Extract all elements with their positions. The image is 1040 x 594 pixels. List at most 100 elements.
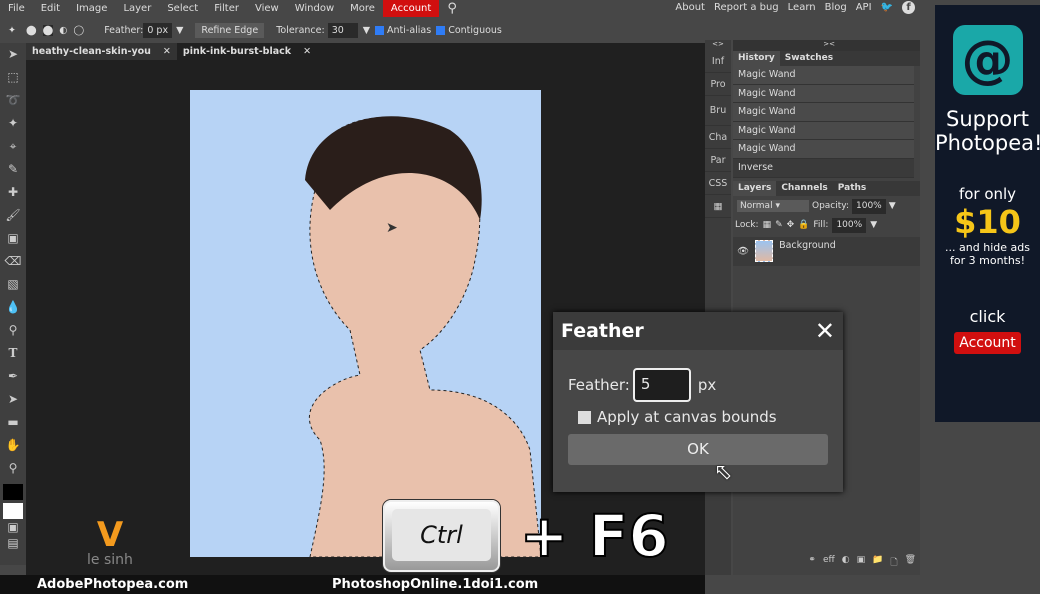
panel-brush[interactable]: Bru bbox=[705, 96, 731, 126]
antialias-checkbox[interactable] bbox=[375, 25, 385, 35]
adjustment-layer-icon[interactable]: ◐ bbox=[842, 555, 850, 571]
crop-tool-icon[interactable]: ⌖ bbox=[0, 135, 26, 158]
menu-view[interactable]: View bbox=[247, 0, 287, 17]
panel-paragraph[interactable]: Par bbox=[705, 149, 731, 172]
lock-all-icon[interactable]: 🔒 bbox=[798, 220, 809, 230]
history-item[interactable]: Inverse bbox=[733, 158, 914, 178]
layer-mask-icon[interactable]: ▣ bbox=[857, 555, 866, 571]
layer-row[interactable]: 👁 Background bbox=[733, 236, 920, 266]
refine-edge-button[interactable]: Refine Edge bbox=[195, 22, 265, 38]
feather-radius-input[interactable]: 5 bbox=[632, 368, 691, 402]
foreground-color-swatch[interactable] bbox=[3, 484, 23, 500]
tab-channels[interactable]: Channels bbox=[776, 181, 832, 196]
link-about[interactable]: About bbox=[675, 0, 705, 15]
ad-account-button[interactable]: Account bbox=[954, 332, 1021, 354]
tab-history[interactable]: History bbox=[733, 51, 780, 66]
support-ad[interactable]: @ Support Photopea! for only $10 ... and… bbox=[935, 5, 1040, 422]
dialog-titlebar[interactable]: Feather ✕ bbox=[553, 312, 843, 350]
facebook-icon[interactable]: f bbox=[902, 1, 915, 14]
lock-transparency-icon[interactable]: ▦ bbox=[763, 220, 772, 230]
path-select-tool-icon[interactable]: ➤ bbox=[0, 388, 26, 411]
tab-document-1[interactable]: heathy-clean-skin-you ✕ bbox=[26, 43, 177, 60]
layer-effects-icon[interactable]: eff bbox=[823, 555, 835, 571]
panel-character[interactable]: Cha bbox=[705, 126, 731, 149]
link-report-bug[interactable]: Report a bug bbox=[714, 0, 779, 15]
link-api[interactable]: API bbox=[856, 0, 872, 15]
document-canvas-image[interactable] bbox=[190, 90, 541, 557]
history-item[interactable]: Magic Wand bbox=[733, 121, 914, 141]
panel-info[interactable]: Inf bbox=[705, 50, 731, 73]
selection-intersect-icon[interactable]: ◯ bbox=[74, 25, 85, 36]
panel-properties[interactable]: Pro bbox=[705, 73, 731, 96]
marquee-tool-icon[interactable]: ⬚ bbox=[0, 66, 26, 89]
stamp-tool-icon[interactable]: ▣ bbox=[0, 227, 26, 250]
history-item[interactable]: Magic Wand bbox=[733, 140, 914, 159]
selection-subtract-icon[interactable]: ◐ bbox=[59, 25, 67, 36]
lasso-tool-icon[interactable]: ➰ bbox=[0, 89, 26, 112]
ok-button[interactable]: OK bbox=[568, 434, 828, 465]
collapse-icon[interactable]: >< bbox=[733, 40, 920, 51]
zoom-tool-icon[interactable]: ⚲ bbox=[0, 457, 26, 480]
feather-dropdown-icon[interactable]: ▼ bbox=[176, 25, 183, 36]
search-icon[interactable]: ⚲ bbox=[439, 0, 465, 17]
close-icon[interactable]: ✕ bbox=[303, 43, 311, 60]
menu-image[interactable]: Image bbox=[68, 0, 115, 17]
shape-tool-icon[interactable]: ▬ bbox=[0, 411, 26, 434]
lock-paint-icon[interactable]: ✎ bbox=[775, 220, 783, 230]
brush-tool-icon[interactable]: 🖌 bbox=[0, 204, 26, 227]
history-item[interactable]: Magic Wand bbox=[733, 66, 914, 85]
menu-file[interactable]: File bbox=[0, 0, 33, 17]
history-item[interactable]: Magic Wand bbox=[733, 84, 914, 104]
selection-add-icon[interactable]: ⬤ bbox=[42, 24, 54, 36]
menu-window[interactable]: Window bbox=[287, 0, 342, 17]
type-tool-icon[interactable]: T bbox=[0, 342, 26, 365]
tab-swatches[interactable]: Swatches bbox=[780, 51, 838, 66]
close-icon[interactable]: ✕ bbox=[815, 317, 835, 345]
blur-tool-icon[interactable]: 💧 bbox=[0, 296, 26, 319]
link-layers-icon[interactable]: ⚭ bbox=[808, 555, 816, 571]
close-icon[interactable]: ✕ bbox=[163, 43, 171, 60]
canvas-bounds-checkbox[interactable] bbox=[578, 410, 591, 424]
tab-paths[interactable]: Paths bbox=[833, 181, 872, 196]
image-icon[interactable]: ▦ bbox=[705, 195, 731, 218]
expand-icon[interactable]: <> bbox=[705, 40, 731, 50]
eraser-tool-icon[interactable]: ⌫ bbox=[0, 250, 26, 273]
tolerance-input[interactable]: 30 bbox=[327, 22, 358, 38]
gradient-tool-icon[interactable]: ▧ bbox=[0, 273, 26, 296]
background-color-swatch[interactable] bbox=[3, 503, 23, 519]
eyedropper-tool-icon[interactable]: ✎ bbox=[0, 158, 26, 181]
fill-input[interactable]: 100% bbox=[832, 217, 867, 233]
screen-mode-icon[interactable]: ▤ bbox=[0, 535, 26, 551]
lock-position-icon[interactable]: ✥ bbox=[787, 220, 795, 230]
twitter-icon[interactable]: 🐦 bbox=[881, 0, 893, 15]
hand-tool-icon[interactable]: ✋ bbox=[0, 434, 26, 457]
opacity-input[interactable]: 100% bbox=[852, 198, 886, 214]
link-blog[interactable]: Blog bbox=[825, 0, 847, 15]
magic-wand-tool-icon[interactable]: ✦ bbox=[0, 112, 26, 135]
feather-input[interactable]: 0 px bbox=[143, 22, 173, 38]
magic-wand-icon[interactable]: ✦ bbox=[8, 25, 16, 36]
menu-filter[interactable]: Filter bbox=[206, 0, 247, 17]
menu-select[interactable]: Select bbox=[159, 0, 206, 17]
menu-more[interactable]: More bbox=[342, 0, 383, 17]
dodge-tool-icon[interactable]: ⚲ bbox=[0, 319, 26, 342]
blend-mode-select[interactable]: Normal ▾ bbox=[737, 200, 809, 213]
menu-layer[interactable]: Layer bbox=[115, 0, 159, 17]
tolerance-dropdown-icon[interactable]: ▼ bbox=[363, 25, 370, 36]
new-layer-icon[interactable]: 🗋 bbox=[890, 555, 897, 571]
link-learn[interactable]: Learn bbox=[788, 0, 816, 15]
healing-tool-icon[interactable]: ✚ bbox=[0, 181, 26, 204]
pen-tool-icon[interactable]: ✒ bbox=[0, 365, 26, 388]
fill-dropdown-icon[interactable]: ▼ bbox=[870, 220, 877, 230]
panel-css[interactable]: CSS bbox=[705, 172, 731, 195]
menu-account[interactable]: Account bbox=[382, 0, 440, 17]
new-group-icon[interactable]: 📁 bbox=[872, 555, 883, 571]
opacity-dropdown-icon[interactable]: ▼ bbox=[889, 201, 896, 211]
menu-edit[interactable]: Edit bbox=[33, 0, 68, 17]
move-tool-icon[interactable]: ➤ bbox=[0, 43, 26, 66]
tab-document-2[interactable]: pink-ink-burst-black ✕ bbox=[176, 43, 318, 60]
history-item[interactable]: Magic Wand bbox=[733, 103, 914, 122]
delete-layer-icon[interactable]: 🗑 bbox=[905, 555, 916, 571]
selection-new-icon[interactable]: ⬤ bbox=[26, 25, 37, 36]
contiguous-checkbox[interactable] bbox=[436, 25, 446, 35]
